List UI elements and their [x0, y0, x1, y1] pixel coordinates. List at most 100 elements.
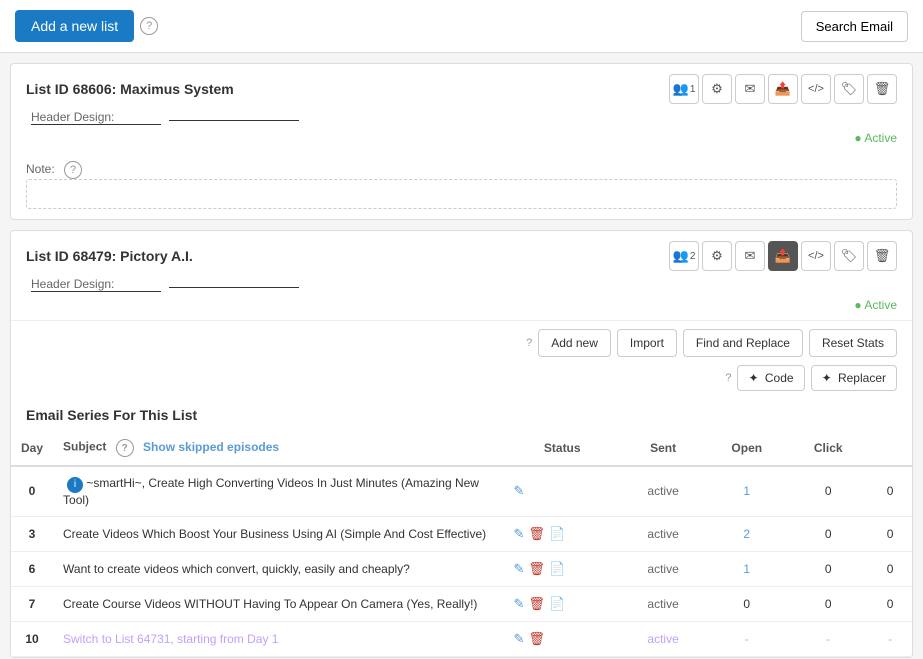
list1-send-button[interactable]: 📤	[768, 74, 798, 104]
list2-header-design-label: Header Design:	[31, 277, 161, 292]
delete-icon[interactable]: 🗑	[528, 526, 545, 542]
row-status-3: active	[621, 586, 705, 621]
row-open-0: 0	[788, 466, 868, 516]
row-actions-4: ✎🗑	[504, 621, 621, 656]
list1-settings-button[interactable]: ⚙	[702, 74, 732, 104]
replacer-button[interactable]: ✦ Replacer	[811, 365, 897, 391]
code-button[interactable]: ✦ Code	[737, 365, 804, 391]
row-actions-2: ✎🗑📄	[504, 551, 621, 586]
list2-code-button[interactable]: </>	[801, 241, 831, 271]
delete-icon[interactable]: 🗑	[528, 596, 545, 612]
list2-active-badge: Active	[11, 298, 912, 320]
row-status-0: active	[621, 466, 705, 516]
row-open-3: 0	[788, 586, 868, 621]
send-icon: 📤	[775, 81, 791, 97]
copy-icon[interactable]: 📄	[549, 561, 565, 577]
list2-send-button[interactable]: 📤	[768, 241, 798, 271]
list2-settings-button[interactable]: ⚙	[702, 241, 732, 271]
list2-header-design-value	[169, 287, 299, 288]
code-help-icon[interactable]: ?	[725, 372, 731, 384]
row-actions-div-1: ✎🗑📄	[514, 526, 611, 542]
list1-code-button[interactable]: </>	[801, 74, 831, 104]
table-row: 6Want to create videos which convert, qu…	[11, 551, 912, 586]
col-status: Status	[504, 431, 621, 466]
list1-header-design-label: Header Design:	[31, 110, 161, 125]
tag-icon: 🏷	[841, 248, 858, 264]
row-day-4: 10	[11, 621, 53, 656]
delete-icon[interactable]: 🗑	[528, 561, 545, 577]
add-new-help-icon[interactable]: ?	[140, 17, 158, 35]
col-day: Day	[11, 431, 53, 466]
show-skipped-link[interactable]: Show skipped episodes	[143, 440, 279, 454]
code-icon: </>	[808, 83, 824, 95]
edit-icon[interactable]: ✎	[514, 526, 525, 542]
list1-note-input[interactable]	[26, 179, 897, 209]
row-actions-3: ✎🗑📄	[504, 586, 621, 621]
list2-users-button[interactable]: 👥2	[669, 241, 699, 271]
row-sent-0[interactable]: 1	[705, 466, 788, 516]
list1-email-button[interactable]: ✉	[735, 74, 765, 104]
delete-icon[interactable]: 🗑	[528, 631, 545, 647]
list2-code-bar: ? ✦ Code ✦ Replacer	[11, 365, 912, 399]
reset-stats-button[interactable]: Reset Stats	[809, 329, 897, 357]
row-actions-div-0: ✎	[514, 483, 611, 499]
table-row: 3Create Videos Which Boost Your Business…	[11, 516, 912, 551]
col-open: Open	[705, 431, 788, 466]
list-title-2: List ID 68479: Pictory A.I.	[26, 248, 193, 264]
row-status-1: active	[621, 516, 705, 551]
edit-icon[interactable]: ✎	[514, 483, 525, 499]
subject-help-icon[interactable]: ?	[116, 439, 134, 457]
row-click-3: 0	[868, 586, 912, 621]
actions-help-icon[interactable]: ?	[526, 337, 532, 349]
list1-icon-buttons: 👥1 ⚙ ✉ 📤 </> 🏷 🗑	[669, 74, 897, 104]
row-sent-3: 0	[705, 586, 788, 621]
table-row: 10 Switch to List 64731, starting from Da…	[11, 621, 912, 656]
envelope-icon: ✉	[745, 81, 756, 97]
row-subject-0: i ~smartHi~, Create High Converting Vide…	[53, 466, 504, 516]
row-status-2: active	[621, 551, 705, 586]
send-icon: 📤	[775, 248, 791, 264]
row-sent-2[interactable]: 1	[705, 551, 788, 586]
list1-active-badge: Active	[11, 131, 912, 153]
row-sent-1[interactable]: 2	[705, 516, 788, 551]
edit-icon[interactable]: ✎	[514, 561, 525, 577]
list-card-2: List ID 68479: Pictory A.I. 👥2 ⚙ ✉ 📤 </>…	[10, 230, 913, 658]
code-symbol-icon: ✦	[748, 371, 758, 385]
series-title: Email Series For This List	[11, 399, 912, 431]
copy-icon[interactable]: 📄	[549, 526, 565, 542]
search-email-button[interactable]: Search Email	[801, 11, 908, 42]
find-replace-button[interactable]: Find and Replace	[683, 329, 803, 357]
list1-users-button[interactable]: 👥1	[669, 74, 699, 104]
add-new-list-button[interactable]: Add a new list	[15, 10, 134, 42]
row-subject-3: Create Course Videos WITHOUT Having To A…	[53, 586, 504, 621]
row-actions-1: ✎🗑📄	[504, 516, 621, 551]
list-header-1: List ID 68606: Maximus System 👥1 ⚙ ✉ 📤 <…	[11, 64, 912, 110]
trash-icon: 🗑	[874, 248, 891, 264]
edit-icon[interactable]: ✎	[514, 631, 525, 647]
list2-actions-bar: ? Add new Import Find and Replace Reset …	[11, 320, 912, 365]
row-open-1: 0	[788, 516, 868, 551]
tag-icon: 🏷	[841, 81, 858, 97]
switch-link-4[interactable]: Switch to List 64731, starting from Day …	[63, 632, 278, 646]
row-day-2: 6	[11, 551, 53, 586]
info-icon[interactable]: i	[67, 477, 83, 493]
gear-icon: ⚙	[711, 81, 723, 97]
list1-trash-button[interactable]: 🗑	[867, 74, 897, 104]
list2-trash-button[interactable]: 🗑	[867, 241, 897, 271]
note-help-icon[interactable]: ?	[64, 161, 82, 179]
row-actions-0: ✎	[504, 466, 621, 516]
list2-tag-button[interactable]: 🏷	[834, 241, 864, 271]
col-subject: Subject ? Show skipped episodes	[53, 431, 504, 466]
edit-icon[interactable]: ✎	[514, 596, 525, 612]
row-day-3: 7	[11, 586, 53, 621]
row-actions-div-2: ✎🗑📄	[514, 561, 611, 577]
list1-tag-button[interactable]: 🏷	[834, 74, 864, 104]
row-subject-2: Want to create videos which convert, qui…	[53, 551, 504, 586]
add-new-button[interactable]: Add new	[538, 329, 611, 357]
import-button[interactable]: Import	[617, 329, 677, 357]
list-title-1: List ID 68606: Maximus System	[26, 81, 234, 97]
list2-email-button[interactable]: ✉	[735, 241, 765, 271]
col-sent: Sent	[621, 431, 705, 466]
list-card-1: List ID 68606: Maximus System 👥1 ⚙ ✉ 📤 <…	[10, 63, 913, 220]
copy-icon[interactable]: 📄	[549, 596, 565, 612]
